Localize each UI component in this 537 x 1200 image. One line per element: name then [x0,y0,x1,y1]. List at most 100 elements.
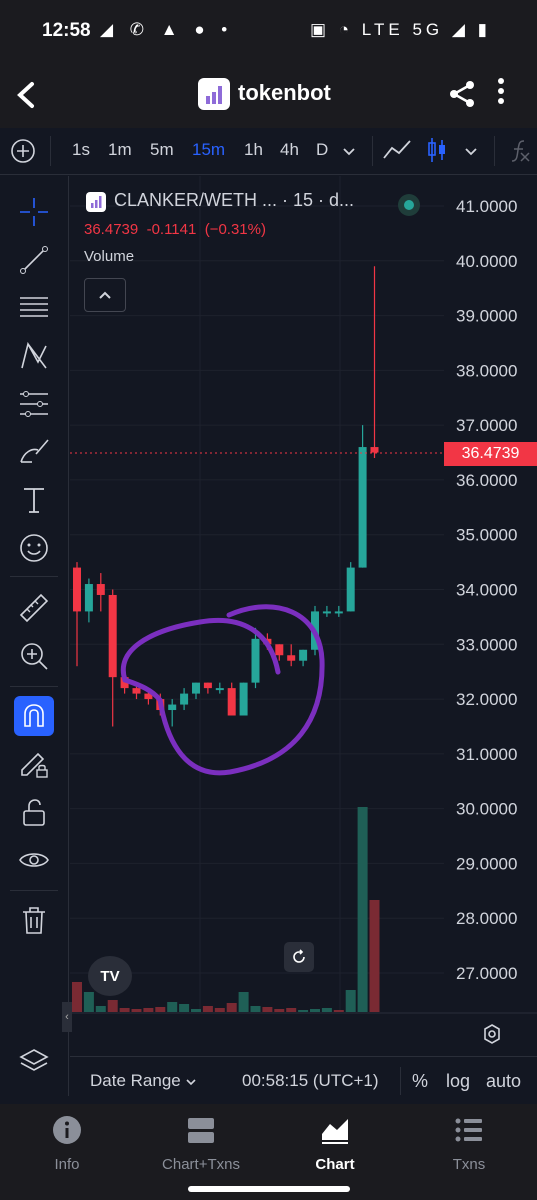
trend-line-icon [20,246,48,274]
object-tree-button[interactable] [18,1046,50,1078]
price-chart[interactable]: 41.0000 40.0000 39.0000 38.0000 37.0000 36.00… [70,176,537,1016]
pattern-icon [21,341,47,369]
zoom-tool[interactable] [14,636,54,676]
toolbar-divider [372,136,373,166]
nav-chart[interactable]: Chart [268,1114,402,1173]
lock-drawing-tool[interactable] [14,744,54,784]
timeframe-5m[interactable]: 5m [150,140,174,160]
price-tick-label: 33.0000 [456,635,517,654]
tokenbot-logo-icon [198,78,230,110]
volume-bar [155,1007,166,1012]
brush-tool[interactable] [14,432,54,472]
candle-body [84,584,93,612]
price-tick-label: 32.0000 [456,690,517,709]
candle-body [287,655,296,661]
legend-quote: 36.4739 -0.1141 (−0.31%) [84,221,266,238]
volume-bar [191,1009,201,1012]
volume-bar [250,1006,261,1012]
drawing-tools-panel [0,176,69,1096]
volume-bar [357,807,368,1012]
line-chart-type-button[interactable] [382,138,412,167]
timeframe-1h[interactable]: 1h [244,140,263,160]
auto-scale-button[interactable]: auto [486,1071,521,1092]
timeframe-d[interactable]: D [316,140,328,160]
magnet-tool[interactable] [14,696,54,736]
volume-bar [310,1009,320,1012]
text-icon [24,488,44,513]
nav-chart-txns[interactable]: Chart+Txns [134,1114,268,1173]
candle-body [358,447,367,568]
chart-type-dropdown-button[interactable] [464,144,478,162]
percent-scale-button[interactable]: % [412,1071,428,1092]
timeframe-1s[interactable]: 1s [72,140,90,160]
crosshair-icon [20,198,48,226]
trend-line-tool[interactable] [14,240,54,280]
magnet-icon [24,704,44,727]
chart-settings-button[interactable] [480,1022,504,1046]
back-button[interactable] [14,78,44,112]
chevron-down-icon [186,1079,197,1086]
timeframe-15m[interactable]: 15m [192,140,225,160]
delete-drawings-tool[interactable] [14,900,54,940]
price-tick-label: 37.0000 [456,416,517,435]
text-tool[interactable] [14,480,54,520]
volume-bar [167,1002,178,1012]
add-symbol-button[interactable] [10,138,36,164]
layers-icon [19,1049,49,1071]
candle-body [132,688,141,694]
volume-bar [131,1009,142,1012]
current-price-label: 36.4739 [444,442,537,466]
timezone-clock[interactable]: 00:58:15 (UTC+1) [242,1071,379,1091]
projection-tool[interactable] [14,384,54,424]
timeframe-4h[interactable]: 4h [280,140,299,160]
zoom-in-icon [21,643,48,670]
candle-body [192,682,200,694]
nav-chart-txns-label: Chart+Txns [162,1156,240,1173]
volume-bar [369,900,380,1012]
emoji-tool[interactable] [14,528,54,568]
market-status-icon[interactable] [398,194,420,216]
price-tick-label: 36.0000 [456,471,517,490]
candle-body [322,611,331,614]
measure-tool[interactable] [14,588,54,628]
lock-all-tool[interactable] [14,792,54,832]
split-view-icon [188,1118,214,1143]
tradingview-logo-icon[interactable]: TV [88,956,132,996]
volume-bar [345,990,356,1012]
horizontal-lines-icon [20,297,48,317]
date-range-button[interactable]: Date Range [90,1071,197,1091]
candles [73,266,379,727]
collapse-legend-button[interactable] [84,278,126,312]
reset-chart-button[interactable] [284,942,314,972]
pattern-tool[interactable] [14,336,54,376]
indicators-button[interactable] [508,138,532,169]
timeframe-dropdown-button[interactable] [342,144,356,162]
candle-chart-type-button[interactable] [426,136,448,169]
price-tick-label: 41.0000 [456,197,517,216]
list-icon [455,1118,482,1142]
volume-bar [321,1008,332,1012]
nav-info[interactable]: Info [0,1114,134,1173]
status-notification-icons: ◢ ✆ ▲ ● • [100,20,234,39]
share-button[interactable] [448,80,476,108]
crosshair-tool[interactable] [14,192,54,232]
volume-bar [286,1008,297,1012]
volume-bar [226,1003,237,1012]
legend-symbol[interactable]: CLANKER/WETH ... · 15 · d... [114,190,354,211]
fib-retracement-tool[interactable] [14,288,54,328]
legend-volume-label[interactable]: Volume [84,248,134,265]
candle-body [108,594,117,678]
candle-body [334,611,343,614]
volume-bar [238,992,249,1012]
hide-drawings-tool[interactable] [14,840,54,880]
candle-body [251,638,260,683]
toolbar-collapse-handle[interactable]: ‹ [62,1002,72,1032]
volume-bar [202,1006,213,1012]
log-scale-button[interactable]: log [446,1071,470,1092]
nav-txns[interactable]: Txns [402,1114,536,1173]
more-options-button[interactable] [496,76,506,113]
timeframe-1m[interactable]: 1m [108,140,132,160]
forecast-icon [20,391,48,417]
line-chart-icon [383,140,411,159]
info-icon [53,1116,81,1144]
